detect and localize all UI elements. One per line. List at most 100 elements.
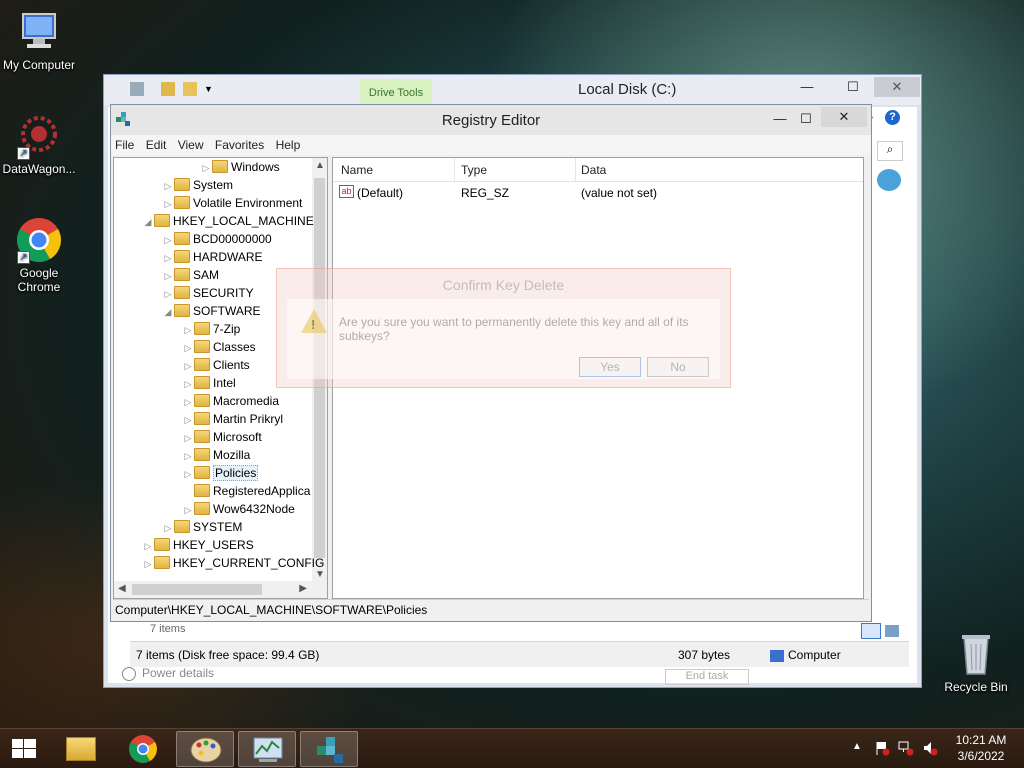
menu-edit[interactable]: Edit	[142, 135, 171, 152]
tree-hscroll-thumb[interactable]	[132, 584, 262, 595]
tree-node[interactable]: ▷ System	[162, 176, 233, 194]
tree-node[interactable]: ▷ Mozilla	[182, 446, 250, 464]
power-details-link[interactable]: Power details	[122, 666, 214, 681]
expand-arrow-icon[interactable]: ▷	[182, 411, 194, 429]
taskbar-file-explorer[interactable]	[52, 731, 110, 767]
expand-arrow-icon[interactable]: ▷	[182, 501, 194, 519]
expand-arrow-icon[interactable]: ▷	[182, 429, 194, 447]
expand-arrow-icon[interactable]: ▷	[162, 267, 174, 285]
tree-node[interactable]: ▷ Martin Prikryl	[182, 410, 283, 428]
expand-arrow-icon[interactable]: ▷	[162, 519, 174, 537]
expanded-arrow-icon[interactable]: ◢	[162, 303, 174, 321]
scroll-up-icon[interactable]: ▲	[315, 160, 325, 171]
tree-node[interactable]: ▷ SAM	[162, 266, 219, 284]
paint-palette-icon	[190, 737, 222, 763]
chevron-down-icon[interactable]: ▼	[204, 84, 213, 94]
regedit-close-button[interactable]: ✕	[821, 107, 867, 127]
expand-arrow-icon[interactable]: ▷	[162, 231, 174, 249]
tree-node[interactable]: ▷ Wow6432Node	[182, 500, 295, 518]
taskbar-paint[interactable]	[176, 731, 234, 767]
tree-node[interactable]: ▷ HKEY_CURRENT_CONFIG	[142, 554, 324, 572]
expand-arrow-icon[interactable]: ▷	[200, 159, 212, 177]
tree-node[interactable]: ▷ Clients	[182, 356, 250, 374]
taskbar-google-chrome[interactable]	[114, 731, 172, 767]
desktop-icon-recycle-bin[interactable]: Recycle Bin	[936, 630, 1016, 694]
explorer-maximize-button[interactable]: ☐	[830, 77, 876, 97]
value-row-default[interactable]: ab (Default) REG_SZ (value not set)	[333, 183, 863, 203]
tree-node[interactable]: ▷ Windows	[200, 158, 280, 176]
tree-node[interactable]: ▷ BCD00000000	[162, 230, 272, 248]
taskbar-task-manager[interactable]	[238, 731, 296, 767]
start-button[interactable]	[0, 731, 48, 767]
expand-arrow-icon[interactable]: ▷	[182, 447, 194, 465]
radio-icon	[122, 667, 136, 681]
menu-file[interactable]: File	[111, 135, 138, 152]
clock[interactable]: 10:21 AM 3/6/2022	[950, 733, 1012, 763]
search-icon[interactable]: ⌕	[877, 141, 903, 161]
column-header-type[interactable]: Type	[461, 163, 487, 177]
tree-node[interactable]: ◢ SOFTWARE	[162, 302, 261, 320]
details-view-icon[interactable]	[861, 623, 881, 639]
large-icons-view-icon[interactable]	[885, 625, 899, 637]
tree-node[interactable]: ◢ HKEY_LOCAL_MACHINE	[142, 212, 314, 230]
menu-help[interactable]: Help	[272, 135, 305, 152]
expand-arrow-icon[interactable]: ▷	[162, 249, 174, 267]
show-hidden-icons-icon[interactable]: ▲	[852, 741, 862, 752]
tree-horizontal-scrollbar[interactable]: ◀ ▶	[114, 581, 327, 598]
expand-arrow-icon[interactable]: ▷	[182, 393, 194, 411]
end-task-button[interactable]: End task	[665, 669, 749, 685]
expand-arrow-icon[interactable]: ▷	[182, 465, 194, 483]
volume-muted-icon[interactable]	[922, 740, 938, 756]
expand-arrow-icon[interactable]: ▷	[162, 195, 174, 213]
menu-view[interactable]: View	[174, 135, 208, 152]
warning-icon: !	[301, 309, 327, 333]
properties-icon[interactable]	[130, 81, 144, 96]
tree-node[interactable]: ▷ 7-Zip	[182, 320, 240, 338]
expand-arrow-icon[interactable]: ▷	[142, 555, 154, 573]
column-header-name[interactable]: Name	[341, 163, 373, 177]
explorer-status-bar: 7 items (Disk free space: 99.4 GB) 307 b…	[130, 641, 909, 667]
expand-arrow-icon[interactable]: ▷	[162, 177, 174, 195]
taskbar-registry-editor[interactable]	[300, 731, 358, 767]
scroll-left-icon[interactable]: ◀	[118, 583, 126, 594]
tree-node[interactable]: ▷ HARDWARE	[162, 248, 263, 266]
expand-arrow-icon[interactable]: ▷	[142, 537, 154, 555]
column-divider[interactable]	[575, 158, 576, 182]
expand-arrow-icon[interactable]: ▷	[182, 357, 194, 375]
explorer-minimize-button[interactable]: —	[784, 77, 830, 97]
folder-icon	[174, 268, 190, 281]
tree-node[interactable]: ▷ SECURITY	[162, 284, 254, 302]
desktop-icon-my-computer[interactable]: My Computer	[0, 8, 78, 72]
expand-arrow-icon[interactable]: ▷	[162, 285, 174, 303]
tree-node[interactable]: ▷ Intel	[182, 374, 236, 392]
expand-arrow-icon[interactable]: ▷	[182, 375, 194, 393]
expand-arrow-icon[interactable]: ▷	[182, 321, 194, 339]
tab-drive-tools[interactable]: Drive Tools	[360, 79, 432, 105]
expanded-arrow-icon[interactable]: ◢	[142, 213, 154, 231]
column-header-data[interactable]: Data	[581, 163, 606, 177]
explorer-close-button[interactable]: ✕	[874, 77, 920, 97]
desktop-icon-datawagon[interactable]: ↗ DataWagon...	[0, 112, 78, 176]
new-folder-icon[interactable]	[161, 81, 176, 96]
help-icon[interactable]: ?	[885, 110, 900, 125]
tree-node[interactable]: ▷ Macromedia	[182, 392, 279, 410]
column-divider[interactable]	[454, 158, 455, 182]
yes-button[interactable]: Yes	[579, 357, 641, 377]
folder-icon	[194, 376, 210, 389]
expand-arrow-icon[interactable]: ▷	[182, 339, 194, 357]
desktop-icon-google-chrome[interactable]: ↗ Google Chrome	[0, 216, 78, 294]
action-center-flag-icon[interactable]	[874, 740, 890, 756]
tree-node[interactable]: ▷ Policies	[182, 464, 259, 483]
scroll-right-icon[interactable]: ▶	[299, 583, 307, 594]
tree-node[interactable]: ▷ Microsoft	[182, 428, 262, 446]
no-button[interactable]: No	[647, 357, 709, 377]
menu-favorites[interactable]: Favorites	[211, 135, 268, 152]
tree-node[interactable]: ▷ Classes	[182, 338, 256, 356]
network-icon[interactable]	[898, 740, 914, 756]
tree-node[interactable]: RegisteredApplica	[182, 482, 310, 500]
tree-node[interactable]: ▷ SYSTEM	[162, 518, 242, 536]
folder-icon[interactable]	[182, 81, 197, 96]
tree-node[interactable]: ▷ Volatile Environment	[162, 194, 302, 212]
tree-node[interactable]: ▷ HKEY_USERS	[142, 536, 254, 554]
value-type: REG_SZ	[461, 186, 510, 200]
